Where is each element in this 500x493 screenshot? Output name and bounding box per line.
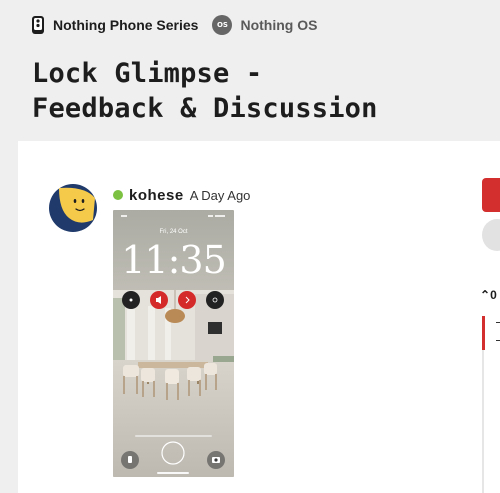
breadcrumb: Nothing Phone Series OS Nothing OS bbox=[31, 14, 317, 36]
breadcrumb-category-label: Nothing Phone Series bbox=[53, 17, 199, 33]
page-title: Lock Glimpse - Feedback & Discussion bbox=[32, 56, 378, 126]
post-time[interactable]: A Day Ago bbox=[190, 188, 251, 203]
breadcrumb-subcategory-label: Nothing OS bbox=[240, 17, 318, 33]
timeline-top-control[interactable]: ⌃0 bbox=[480, 288, 497, 302]
post-screenshot-image[interactable]: Fri, 24 Oct 11:35 bbox=[113, 210, 234, 477]
os-icon: OS bbox=[212, 15, 233, 35]
page-title-line-1: Lock Glimpse - bbox=[32, 58, 263, 89]
lockscreen-clock: 11:35 bbox=[121, 238, 227, 282]
avatar[interactable] bbox=[49, 184, 97, 232]
page-title-line-2: Feedback & Discussion bbox=[32, 93, 378, 124]
breadcrumb-category-link[interactable]: Nothing Phone Series bbox=[31, 15, 198, 35]
avatar-face-icon bbox=[49, 184, 97, 232]
online-status-dot bbox=[113, 190, 123, 200]
timeline-progress-handle[interactable] bbox=[482, 316, 485, 350]
post-username[interactable]: kohese bbox=[129, 187, 184, 204]
lockscreen-date: Fri, 24 Oct bbox=[159, 229, 188, 235]
timeline-progress-label: 0 bbox=[490, 288, 497, 302]
phone-icon bbox=[32, 16, 44, 34]
reply-button[interactable] bbox=[482, 178, 500, 212]
breadcrumb-subcategory-link[interactable]: OS Nothing OS bbox=[212, 15, 317, 35]
timeline-tick bbox=[496, 322, 500, 323]
post-header: kohese A Day Ago bbox=[113, 186, 250, 204]
timeline-tick bbox=[496, 340, 500, 341]
double-chevron-up-icon: ⌃ bbox=[480, 288, 491, 302]
